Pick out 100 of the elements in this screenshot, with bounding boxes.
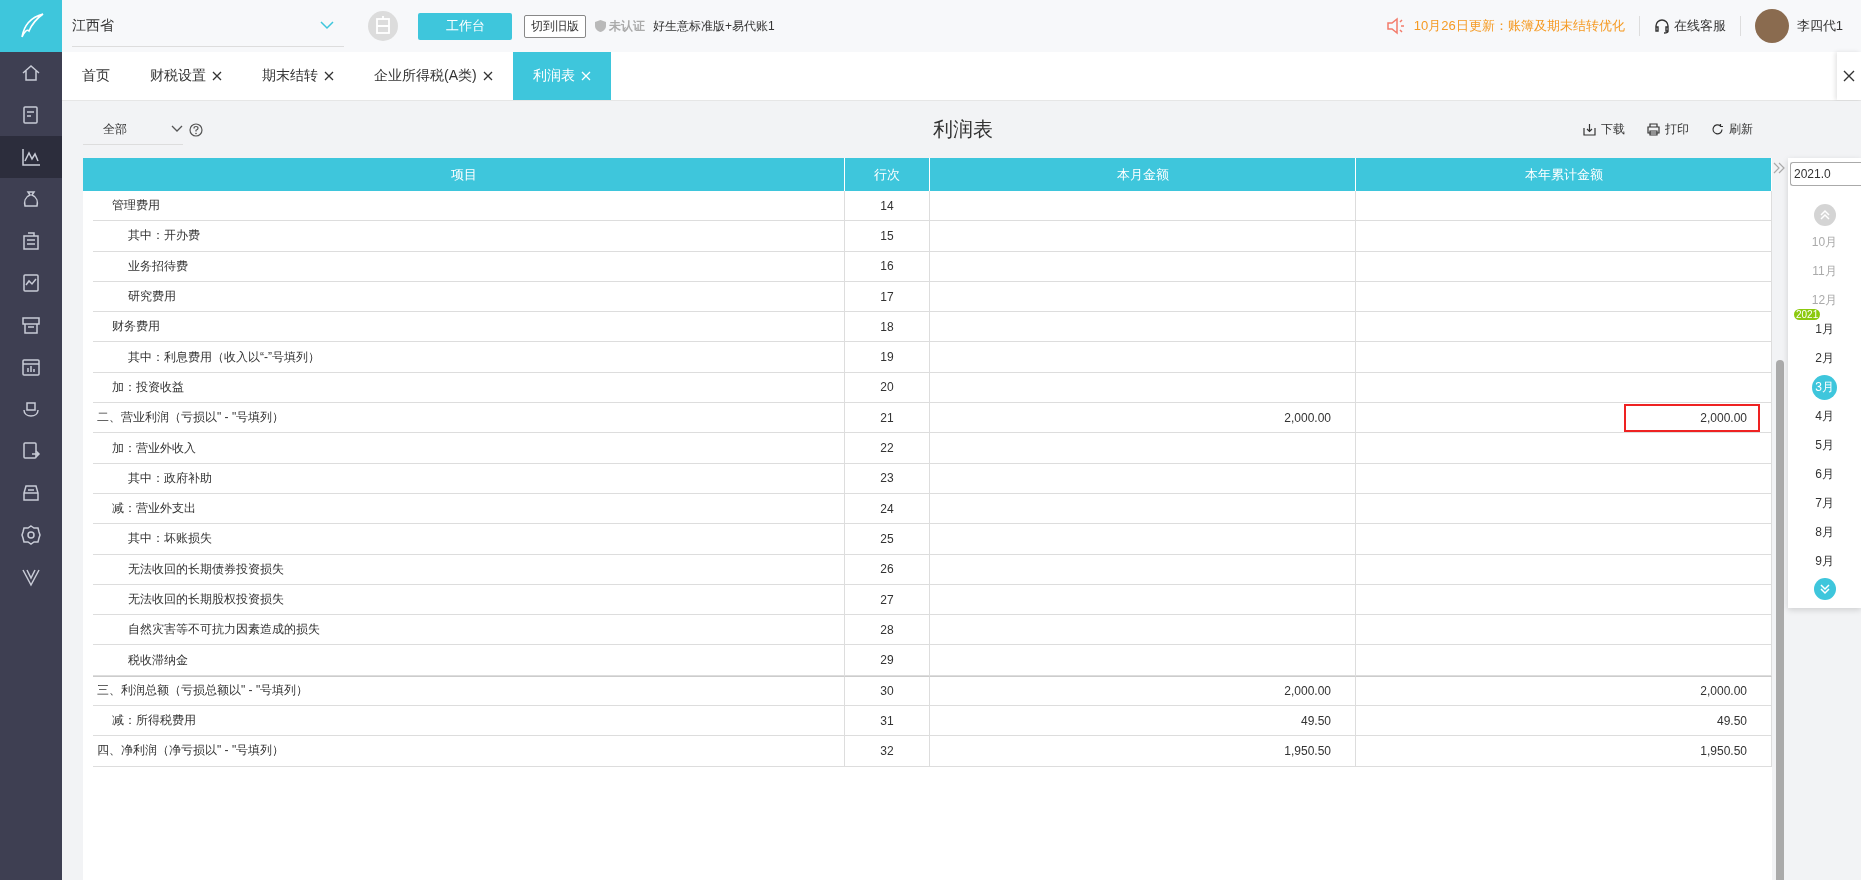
table-cell: 其中：政府补助	[93, 463, 845, 494]
scrollbar-thumb[interactable]	[1776, 360, 1784, 880]
speaker-icon	[1385, 16, 1406, 36]
tab[interactable]: 企业所得税(A类)	[354, 52, 513, 100]
table-cell: 1,950.50	[930, 736, 1356, 767]
chevron-down-icon	[320, 21, 334, 30]
table-cell: 20	[845, 372, 930, 404]
table-cell: 27	[845, 584, 930, 616]
table-cell: 2,000.00	[930, 403, 1356, 434]
home-icon	[20, 62, 42, 84]
column-header: 项目	[83, 158, 845, 191]
close-icon[interactable]	[324, 71, 334, 81]
table-cell: 财务费用	[93, 312, 845, 343]
table-cell: 2,000.00	[1356, 675, 1772, 707]
table-cell: 31	[845, 706, 930, 737]
table-cell: 研究费用	[93, 281, 845, 313]
refresh-icon	[1711, 123, 1724, 136]
month-item[interactable]: 2月	[1812, 346, 1837, 371]
table-cell: 28	[845, 615, 930, 646]
old-version-button[interactable]: 切到旧版	[524, 14, 586, 38]
month-item[interactable]: 9月	[1812, 549, 1837, 574]
help-icon[interactable]	[189, 122, 203, 137]
table-cell: 加：营业外收入	[93, 433, 845, 464]
dashboard-icon	[20, 356, 42, 378]
table-cell: 税收滞纳金	[93, 645, 845, 676]
month-item[interactable]: 6月	[1812, 462, 1837, 487]
table-cell: 减：所得税费用	[93, 706, 845, 737]
auth-status: 未认证	[609, 17, 645, 35]
table-cell: 18	[845, 312, 930, 343]
chevron-down-icon	[171, 125, 183, 133]
report-title: 利润表	[932, 117, 994, 142]
table-cell: 19	[845, 342, 930, 373]
table-cell: 30	[845, 675, 930, 707]
table-cell: 其中：利息费用（收入以“-”号填列）	[93, 342, 845, 373]
sidebar-item[interactable]	[0, 136, 62, 178]
table-cell: 1,950.50	[1356, 736, 1772, 767]
table-cell: 21	[845, 403, 930, 434]
table-cell: 无法收回的长期股权投资损失	[93, 584, 845, 616]
filter-select[interactable]: 全部	[83, 114, 183, 145]
table-cell: 25	[845, 524, 930, 555]
month-item[interactable]: 7月	[1812, 491, 1837, 516]
transfer-icon	[20, 440, 42, 462]
table-cell: 2,000.00	[1356, 403, 1772, 434]
table-cell: 管理费用	[93, 191, 845, 222]
table-cell: 29	[845, 645, 930, 676]
print-button[interactable]: 打印	[1647, 121, 1689, 138]
headset-icon	[1653, 18, 1670, 34]
close-icon[interactable]	[482, 71, 493, 81]
user-avatar[interactable]	[1754, 9, 1789, 43]
tab[interactable]: 期末结转	[242, 52, 354, 100]
table-cell: 49.50	[1356, 706, 1772, 737]
month-item[interactable]: 8月	[1812, 520, 1837, 545]
close-icon	[1843, 70, 1855, 82]
table-cell: 加：投资收益	[93, 372, 845, 404]
table-cell: 23	[845, 463, 930, 494]
shield-icon	[594, 19, 607, 33]
settings-icon	[20, 524, 42, 546]
user-name[interactable]: 李四代1	[1796, 17, 1843, 35]
close-icon[interactable]	[212, 71, 222, 81]
tab[interactable]: 财税设置	[130, 52, 242, 100]
year-badge: 2021	[1794, 309, 1821, 320]
table-cell: 17	[845, 281, 930, 313]
print-icon	[1647, 123, 1660, 136]
table-cell: 无法收回的长期债券投资损失	[93, 554, 845, 585]
table-cell: 22	[845, 433, 930, 464]
table-cell: 32	[845, 736, 930, 767]
month-item[interactable]: 4月	[1812, 404, 1837, 429]
table-cell: 自然灾害等不可抗力因素造成的损失	[93, 615, 845, 646]
refresh-button[interactable]: 刷新	[1711, 121, 1753, 138]
table-cell: 业务招待费	[93, 251, 845, 282]
inbox-icon	[20, 482, 42, 504]
company-name: 好生意标准版+易代账1	[653, 17, 775, 35]
table-cell: 四、净利润（净亏损以" - "号填列）	[93, 736, 845, 767]
table-cell: 二、营业利润（亏损以" - "号填列）	[93, 403, 845, 434]
online-support-link[interactable]: 在线客服	[1673, 17, 1726, 35]
table-cell: 24	[845, 493, 930, 525]
region-select[interactable]: 江西省	[72, 5, 344, 47]
tab[interactable]: 首页	[62, 52, 130, 100]
download-button[interactable]: 下载	[1583, 121, 1625, 138]
report-icon	[20, 272, 42, 294]
table-cell: 16	[845, 251, 930, 282]
table-cell: 14	[845, 191, 930, 222]
column-header: 行次	[845, 158, 930, 191]
column-header: 本年累计金额	[1356, 158, 1772, 191]
building-icon	[20, 230, 42, 252]
table-cell: 三、利润总额（亏损总额以" - "号填列）	[93, 675, 845, 707]
month-item[interactable]: 1月	[1812, 317, 1837, 342]
table-cell: 其中：坏账损失	[93, 524, 845, 555]
table-cell: 减：营业外支出	[93, 493, 845, 525]
table-cell: 49.50	[930, 706, 1356, 737]
download-icon	[1583, 123, 1596, 136]
column-header: 本月金额	[930, 158, 1356, 191]
table-cell: 2,000.00	[930, 675, 1356, 707]
chart-icon	[20, 146, 42, 168]
table-cell: 15	[845, 221, 930, 252]
table-cell: 26	[845, 554, 930, 585]
table-cell: 其中：开办费	[93, 221, 845, 252]
cashier-icon	[20, 314, 42, 336]
month-item[interactable]: 5月	[1812, 433, 1837, 458]
period-field[interactable]: 2021.0	[1790, 162, 1861, 186]
